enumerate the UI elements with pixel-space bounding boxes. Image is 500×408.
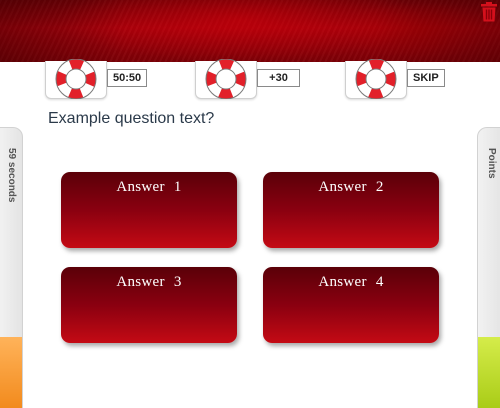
answer-2-label: Answer 2	[318, 179, 384, 195]
answer-2-button[interactable]: Answer 2	[263, 172, 439, 248]
timer-tab: 59 seconds	[0, 127, 23, 408]
lifeline-plus-thirty-button[interactable]	[195, 59, 257, 99]
points-label: Points	[486, 148, 497, 179]
lifebuoy-icon	[355, 59, 397, 99]
lifeline-fifty-fifty-label[interactable]: 50:50	[107, 69, 148, 87]
timer-fill	[0, 337, 22, 408]
question-text: Example question text?	[48, 110, 215, 127]
answer-1-label: Answer 1	[116, 179, 182, 195]
lifeline-skip-label[interactable]: SKIP	[407, 69, 445, 87]
lifeline-plus-thirty-label[interactable]: +30	[257, 69, 300, 87]
lifebuoy-icon	[55, 59, 97, 99]
game-screen: 50:50 +30 SKIP Example question text? 59…	[0, 0, 500, 408]
trash-icon[interactable]	[480, 2, 498, 22]
answer-3-button[interactable]: Answer 3	[61, 267, 237, 343]
answer-3-label: Answer 3	[116, 274, 182, 290]
header-banner	[0, 0, 500, 62]
answer-4-label: Answer 4	[318, 274, 384, 290]
header-shine	[0, 0, 500, 62]
timer-label: 59 seconds	[6, 148, 17, 203]
lifeline-skip-button[interactable]	[345, 59, 407, 99]
lifebuoy-icon	[205, 59, 247, 99]
points-fill	[478, 337, 500, 408]
answer-4-button[interactable]: Answer 4	[263, 267, 439, 343]
answer-1-button[interactable]: Answer 1	[61, 172, 237, 248]
lifeline-fifty-fifty-button[interactable]	[45, 59, 107, 99]
points-tab: Points	[477, 127, 500, 408]
